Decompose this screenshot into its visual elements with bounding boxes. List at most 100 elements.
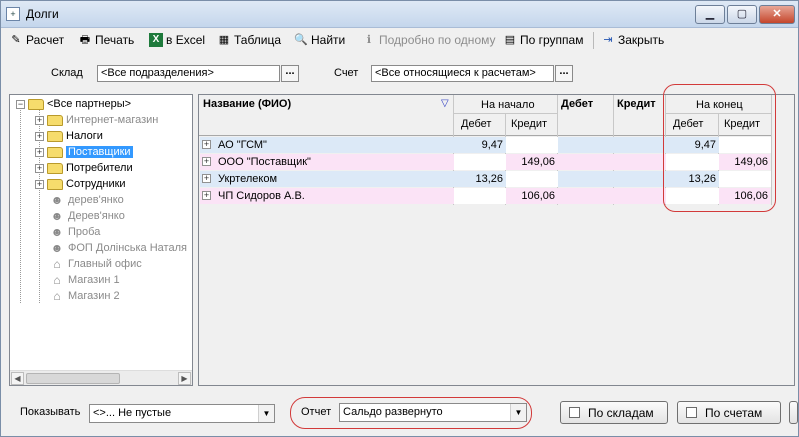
cell-start-debet: 13,26: [475, 173, 503, 185]
filter-icon[interactable]: ▽: [441, 98, 449, 109]
excel-button[interactable]: X в Excel: [149, 32, 205, 48]
search-icon: 🔍: [294, 34, 308, 46]
scroll-left-icon[interactable]: ◀: [11, 372, 24, 385]
detail-one-label: Подробно по одному: [379, 33, 496, 47]
column-header-debet[interactable]: Дебет: [561, 98, 593, 110]
warehouse-picker-button[interactable]: ...: [281, 65, 299, 82]
person-icon: ☻: [50, 193, 64, 207]
cell-start-debet: 9,47: [481, 139, 503, 151]
tree-item-label: Магазин 1: [68, 274, 120, 286]
print-label: Печать: [95, 33, 135, 47]
tree-item-suppliers[interactable]: + Поставщики: [35, 144, 133, 160]
expand-icon[interactable]: +: [35, 131, 44, 141]
tree-item-label: Налоги: [66, 130, 103, 142]
tree-item-label: Магазин 2: [68, 290, 120, 302]
by-groups-button[interactable]: ▤ По группам: [503, 32, 584, 48]
expand-icon[interactable]: +: [35, 163, 44, 173]
warehouse-field[interactable]: <Все подразделения>: [97, 65, 280, 82]
app-icon: +: [6, 7, 20, 21]
tree-item-person[interactable]: ☻ ФОП Долінська Наталя: [50, 240, 187, 256]
minimize-button[interactable]: ▁: [695, 5, 725, 24]
chevron-down-icon[interactable]: ▼: [258, 405, 274, 422]
expand-icon[interactable]: +: [202, 140, 211, 149]
expand-icon[interactable]: +: [35, 179, 44, 189]
tree-item-label: Дерев'янко: [68, 210, 125, 222]
column-header-name[interactable]: Название (ФИО): [203, 98, 291, 110]
tree-item-label: Главный офис: [68, 258, 142, 270]
house-icon: ⌂: [53, 273, 61, 287]
table-icon: ▦: [218, 34, 230, 46]
scrollbar-thumb[interactable]: [26, 373, 120, 384]
by-warehouses-button[interactable]: По складам: [560, 401, 668, 424]
tree-item-label: ФОП Долінська Наталя: [68, 242, 187, 254]
expand-icon[interactable]: +: [202, 174, 211, 183]
tree-item-label: Проба: [68, 226, 101, 238]
table-button[interactable]: ▦ Таблица: [217, 32, 281, 48]
calc-button[interactable]: ✎ Расчет: [9, 32, 64, 48]
expand-icon[interactable]: +: [202, 157, 211, 166]
folder-icon: [47, 178, 63, 190]
tree-item-label: Потребители: [66, 162, 133, 174]
subheader-start-kredit[interactable]: Кредит: [511, 118, 547, 130]
folder-icon: [47, 146, 63, 158]
tree-item-root[interactable]: − <Все партнеры>: [16, 96, 131, 112]
tree-item-shop[interactable]: ⌂ Магазин 1: [50, 272, 120, 288]
excel-icon: X: [149, 33, 163, 47]
account-label: Счет: [334, 67, 359, 79]
tree-item-person[interactable]: ☻ Проба: [50, 224, 101, 240]
collapse-icon[interactable]: −: [16, 99, 25, 109]
tree-guide-line: [20, 110, 21, 303]
folder-icon: [47, 162, 63, 174]
cell-start-kredit: [506, 171, 558, 187]
cell-start-debet: [454, 154, 506, 170]
by-accounts-button[interactable]: По счетам: [677, 401, 781, 424]
expand-icon[interactable]: +: [35, 147, 44, 157]
maximize-button[interactable]: ▢: [727, 5, 757, 24]
calc-icon: ✎: [11, 34, 21, 46]
tree-item-office[interactable]: ⌂ Главный офис: [50, 256, 142, 272]
account-field[interactable]: <Все относящиеся к расчетам>: [371, 65, 554, 82]
partial-button[interactable]: [789, 401, 798, 424]
tree-item-consumers[interactable]: + Потребители: [35, 160, 133, 176]
show-label: Показывать: [20, 406, 81, 418]
show-select[interactable]: <>... Не пустые ▼: [89, 404, 275, 423]
person-icon: ☻: [50, 241, 64, 255]
tree-item-shop[interactable]: ⌂ Магазин 2: [50, 288, 120, 304]
expand-icon[interactable]: +: [35, 115, 44, 125]
find-button[interactable]: 🔍 Найти: [294, 32, 345, 48]
tree-item-person[interactable]: ☻ Дерев'янко: [50, 208, 125, 224]
expand-icon[interactable]: +: [202, 191, 211, 200]
house-icon: ⌂: [53, 257, 61, 271]
close-window-button[interactable]: ⇥ Закрыть: [601, 32, 664, 48]
subheader-start-debet[interactable]: Дебет: [461, 118, 491, 130]
cell-name: ООО "Поставщик": [218, 156, 311, 168]
tree-item-taxes[interactable]: + Налоги: [35, 128, 103, 144]
print-button[interactable]: 🖶 Печать: [78, 32, 135, 48]
warehouse-label: Склад: [51, 67, 83, 79]
report-select[interactable]: Сальдо развернуто ▼: [339, 403, 527, 422]
checkbox-icon[interactable]: [569, 407, 580, 418]
report-label: Отчет: [301, 406, 332, 418]
column-header-start[interactable]: На начало: [481, 99, 535, 111]
close-button[interactable]: ✕: [759, 5, 795, 24]
checkbox-icon[interactable]: [686, 407, 697, 418]
chevron-down-icon[interactable]: ▼: [510, 404, 526, 421]
tree-item-label: <Все партнеры>: [47, 98, 132, 110]
tree-item-internet-shop[interactable]: + Интернет-магазин: [35, 112, 158, 128]
by-accounts-label: По счетам: [705, 405, 763, 420]
by-warehouses-label: По складам: [588, 405, 654, 420]
toolbar-separator: [593, 32, 594, 49]
tree-horizontal-scrollbar[interactable]: ◀ ▶: [10, 370, 192, 385]
partners-tree[interactable]: − <Все партнеры> + Интернет-магазин + На…: [9, 94, 193, 386]
detail-one-button[interactable]: ℹ Подробно по одному: [362, 32, 496, 48]
end-balance-highlight: [663, 84, 776, 212]
column-header-kredit[interactable]: Кредит: [617, 98, 656, 110]
folder-icon: [47, 130, 63, 142]
close-window-label: Закрыть: [618, 33, 665, 47]
tree-item-person[interactable]: ☻ дерев'янко: [50, 192, 124, 208]
tree-item-employees[interactable]: + Сотрудники: [35, 176, 126, 192]
by-groups-label: По группам: [520, 33, 584, 47]
scroll-right-icon[interactable]: ▶: [178, 372, 191, 385]
account-picker-button[interactable]: ...: [555, 65, 573, 82]
cell-start-kredit: [506, 137, 558, 153]
